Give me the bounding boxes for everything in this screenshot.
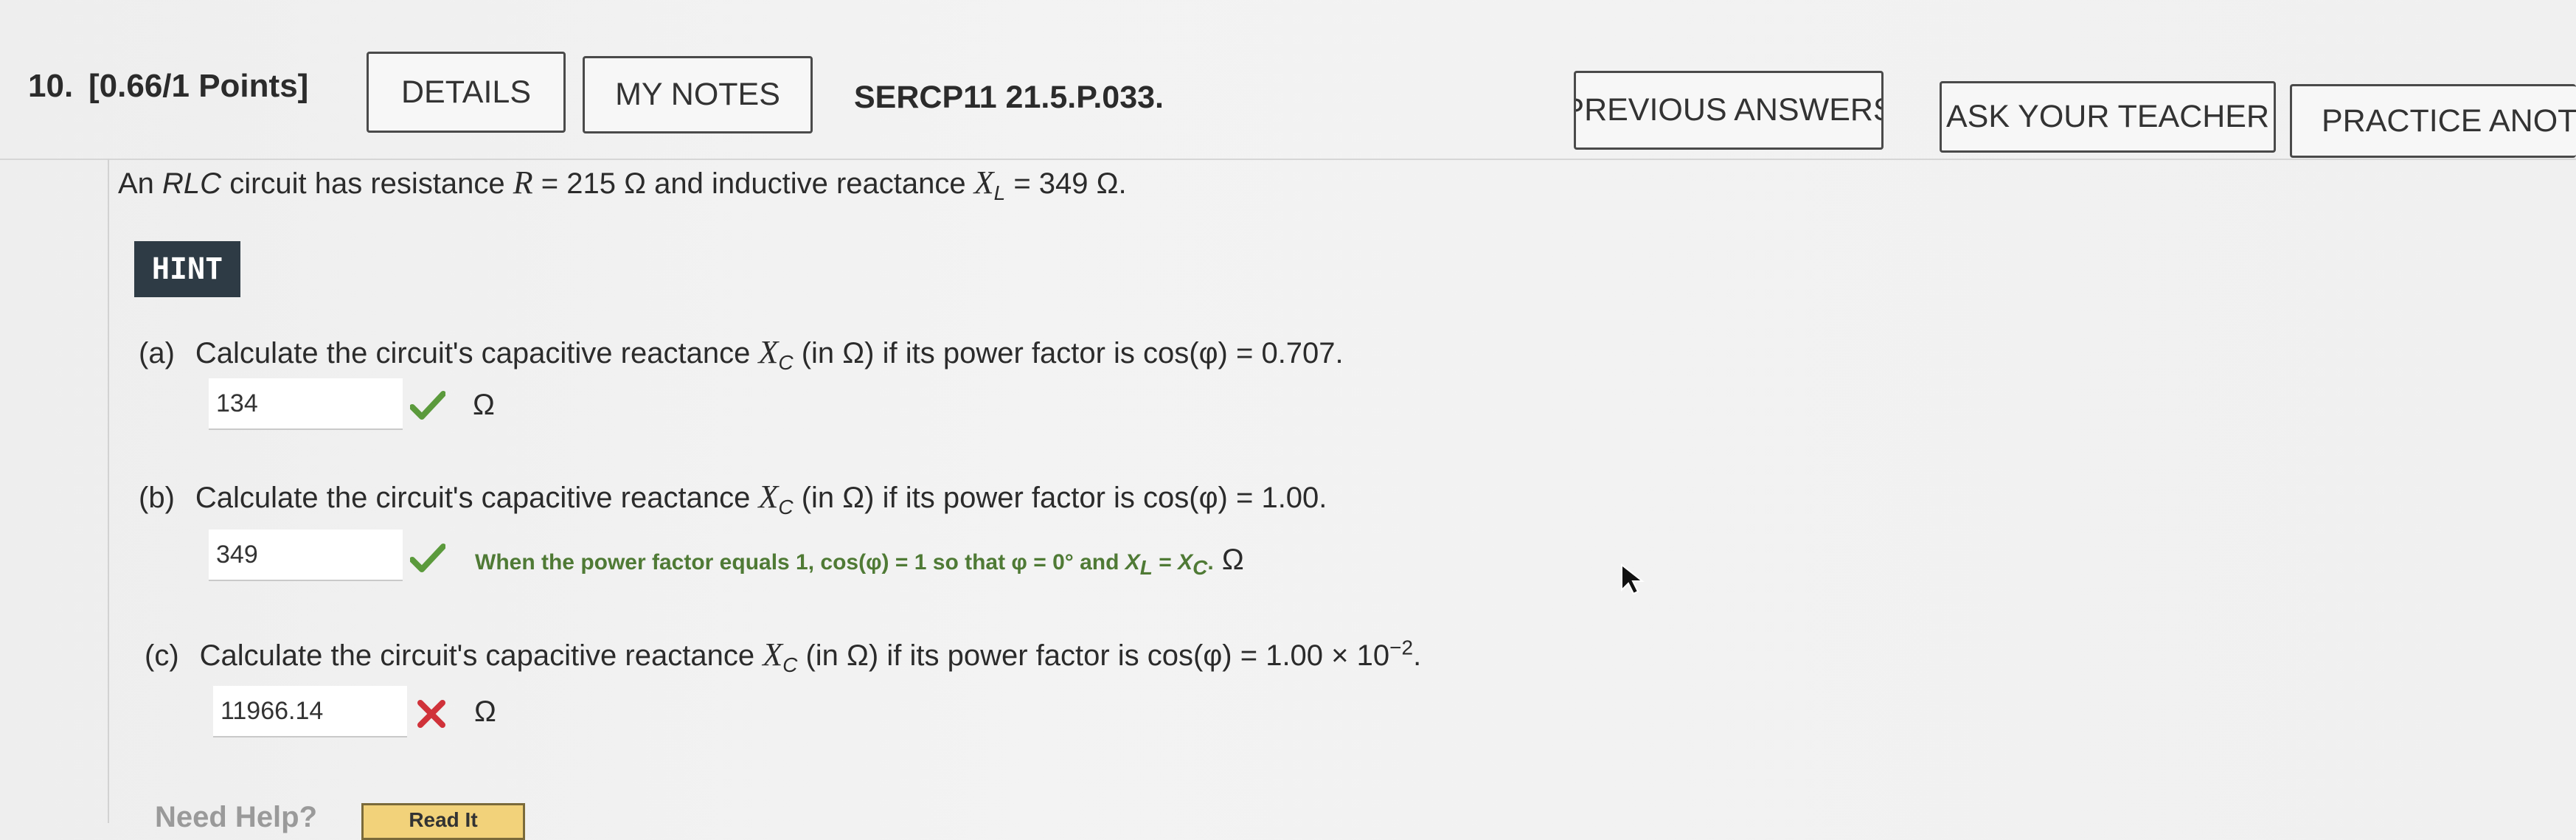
part-b-correct-check-icon [410,544,445,572]
part-b-text-suffix: (in Ω) if its power factor is cos(φ) = 1… [793,482,1327,514]
r-value: = 215 Ω and inductive reactance [532,167,974,200]
xl-value: = 349 Ω. [1005,167,1127,200]
part-a-text-suffix: (in Ω) if its power factor is cos(φ) = 0… [793,337,1344,369]
part-a-text-prefix: Calculate the circuit's capacitive react… [195,337,759,369]
part-b-feedback-xl: X [1125,550,1140,575]
part-a-x-subscript: C [778,351,794,374]
part-c-label: (c) [145,639,179,672]
ask-your-teacher-button[interactable]: ASK YOUR TEACHER [1940,81,2276,153]
part-c-text-end: . [1413,639,1422,672]
part-a-answer-input[interactable]: 134 [209,378,403,430]
previous-answers-button[interactable]: PREVIOUS ANSWERS [1574,71,1884,150]
part-c-exponent: −2 [1389,636,1414,659]
read-it-button[interactable]: Read It [361,803,525,840]
details-button[interactable]: DETAILS [367,52,566,133]
problem-code: SERCP11 21.5.P.033. [854,80,1164,115]
xl-subscript: L [993,181,1006,204]
r-symbol: R [513,164,533,201]
part-c-unit: Ω [474,695,496,728]
intro-mid: circuit has resistance [221,167,513,200]
part-b-feedback-xc-sub: C [1192,556,1208,579]
part-b-feedback-suffix: . [1207,550,1214,575]
part-c-text-prefix: Calculate the circuit's capacitive react… [199,639,763,672]
part-c-x-symbol: X [763,636,783,673]
practice-another-button[interactable]: PRACTICE ANOTHER [2290,84,2576,158]
part-a-unit: Ω [473,389,495,421]
part-b-unit: Ω [1221,544,1244,576]
part-c-incorrect-x-icon [417,700,445,728]
part-b-feedback-xl-sub: L [1139,556,1153,579]
need-help-label: Need Help? [155,801,318,833]
part-b-feedback-prefix: When the power factor equals 1, cos(φ) =… [475,550,1125,575]
part-c-answer-input[interactable]: 11966.14 [213,686,407,737]
part-a-label: (a) [139,337,175,369]
part-c-question: (c) Calculate the circuit's capacitive re… [145,636,1421,677]
question-points: [0.66/1 Points] [88,68,309,104]
part-b-answer-input[interactable]: 349 [209,530,403,581]
part-b-feedback-eq: = [1152,550,1178,575]
question-number: 10. [28,68,74,104]
part-b-label: (b) [139,482,175,514]
part-c-x-subscript: C [782,653,798,676]
problem-statement: An RLC circuit has resistance R = 215 Ω … [118,164,1127,205]
part-b-text-prefix: Calculate the circuit's capacitive react… [195,482,759,514]
intro-prefix: An [118,167,163,200]
mouse-cursor-icon [1621,563,1645,595]
part-b-x-subscript: C [778,496,794,518]
part-c-text-suffix: (in Ω) if its power factor is cos(φ) = 1… [797,639,1390,672]
hint-button[interactable]: HINT [134,241,240,297]
part-b-question: (b) Calculate the circuit's capacitive re… [139,478,1327,519]
part-b-x-symbol: X [758,479,779,515]
xl-symbol: X [973,164,994,201]
part-b-feedback: When the power factor equals 1, cos(φ) =… [475,544,1244,580]
part-b-feedback-xc: X [1178,550,1193,575]
part-a-correct-check-icon [410,391,445,420]
part-a-question: (a) Calculate the circuit's capacitive re… [139,333,1344,375]
part-a-x-symbol: X [758,334,779,370]
my-notes-button[interactable]: MY NOTES [583,56,813,133]
rlc-symbol: RLC [162,167,222,200]
